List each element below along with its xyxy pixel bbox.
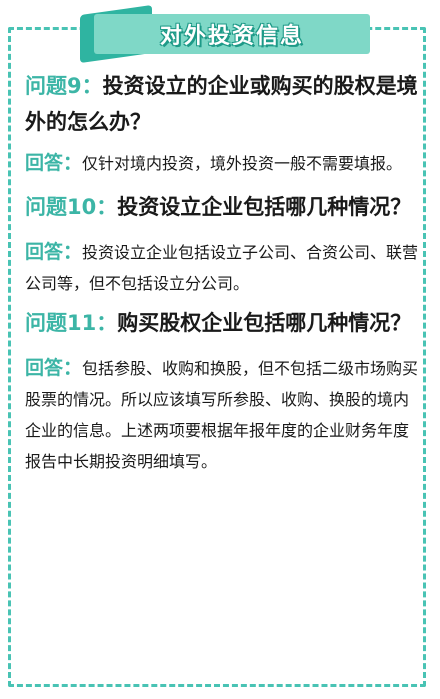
answer-text: 包括参股、收购和换股，但不包括二级市场购买股票的情况。所以应该填写所参股、收购、… bbox=[25, 359, 419, 471]
answer-label: 回答： bbox=[25, 241, 83, 263]
page-title: 对外投资信息 bbox=[159, 24, 304, 49]
answer-label: 回答： bbox=[25, 152, 83, 174]
question-10: 问题10：投资设立企业包括哪几种情况？ bbox=[25, 189, 420, 225]
question-9: 问题9：投资设立的企业或购买的股权是境外的怎么办？ bbox=[25, 68, 420, 140]
question-label: 问题11： bbox=[25, 311, 118, 335]
answer-10: 回答：投资设立企业包括设立子公司、合资公司、联营公司等，但不包括设立分公司。 bbox=[25, 237, 420, 299]
question-11: 问题11：购买股权企业包括哪几种情况？ bbox=[25, 305, 420, 341]
question-label: 问题9： bbox=[25, 74, 103, 98]
question-text: 购买股权企业包括哪几种情况？ bbox=[117, 311, 412, 335]
answer-text: 仅针对境内投资，境外投资一般不需要填报。 bbox=[82, 154, 403, 173]
answer-11: 回答：包括参股、收购和换股，但不包括二级市场购买股票的情况。所以应该填写所参股、… bbox=[25, 353, 420, 477]
title-ribbon: 对外投资信息 bbox=[80, 4, 372, 64]
qa-content: 问题9：投资设立的企业或购买的股权是境外的怎么办？ 回答：仅针对境内投资，境外投… bbox=[25, 68, 420, 477]
answer-label: 回答： bbox=[25, 357, 83, 379]
question-text: 投资设立企业包括哪几种情况？ bbox=[117, 195, 412, 219]
question-label: 问题10： bbox=[25, 195, 118, 219]
ribbon-banner: 对外投资信息 bbox=[94, 14, 370, 54]
answer-9: 回答：仅针对境内投资，境外投资一般不需要填报。 bbox=[25, 148, 420, 179]
answer-text: 投资设立企业包括设立子公司、合资公司、联营公司等，但不包括设立分公司。 bbox=[25, 243, 419, 293]
